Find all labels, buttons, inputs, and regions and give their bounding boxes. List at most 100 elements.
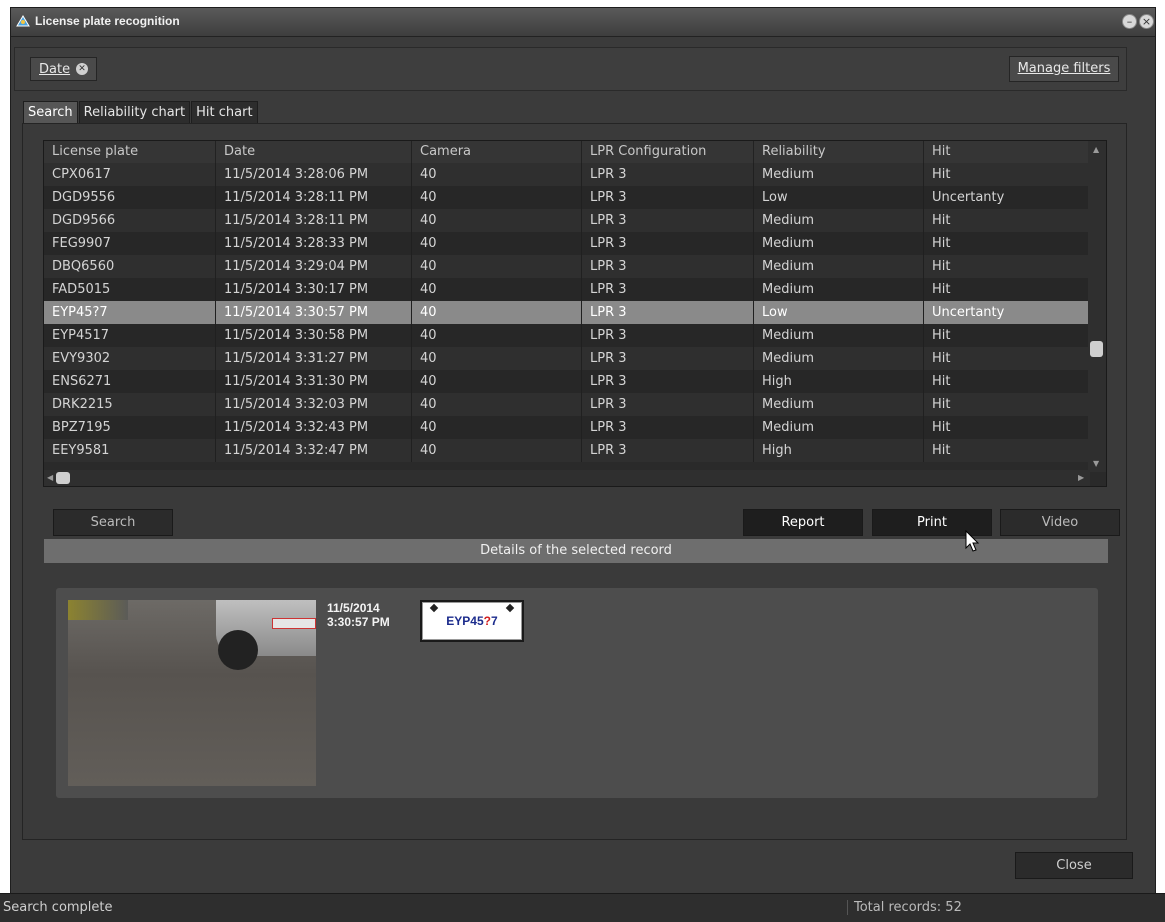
manage-filters-button[interactable]: Manage filters bbox=[1009, 56, 1119, 82]
cell-hit: Hit bbox=[924, 347, 1090, 370]
minimize-icon[interactable]: – bbox=[1122, 14, 1137, 29]
table-row[interactable]: EEY9581 11/5/2014 3:32:47 PM 40 LPR 3 High Hi… bbox=[44, 439, 1090, 462]
close-icon[interactable]: × bbox=[1139, 14, 1154, 29]
cell-lpr-configuration: LPR 3 bbox=[582, 416, 754, 439]
cell-reliability: High bbox=[754, 370, 924, 393]
scroll-down-icon[interactable]: ▼ bbox=[1093, 459, 1099, 468]
details-header: Details of the selected record bbox=[43, 538, 1109, 564]
cell-lpr-configuration: LPR 3 bbox=[582, 370, 754, 393]
cell-lpr-configuration: LPR 3 bbox=[582, 347, 754, 370]
cell-reliability: Medium bbox=[754, 209, 924, 232]
cell-date: 11/5/2014 3:31:27 PM bbox=[216, 347, 412, 370]
table-row[interactable]: DGD9566 11/5/2014 3:28:11 PM 40 LPR 3 Medium… bbox=[44, 209, 1090, 232]
table-row[interactable]: DRK2215 11/5/2014 3:32:03 PM 40 LPR 3 Medium… bbox=[44, 393, 1090, 416]
filter-chip-label[interactable]: Date bbox=[39, 62, 70, 77]
column-header-hit[interactable]: Hit bbox=[924, 141, 1090, 163]
results-table[interactable]: License plate Date Camera LPR Configurat… bbox=[43, 140, 1107, 487]
video-button[interactable]: Video bbox=[1000, 509, 1120, 536]
cell-lpr-configuration: LPR 3 bbox=[582, 232, 754, 255]
cell-camera: 40 bbox=[412, 255, 582, 278]
cell-license-plate: DGD9556 bbox=[44, 186, 216, 209]
tab-search[interactable]: Search bbox=[23, 101, 78, 123]
cell-hit: Hit bbox=[924, 278, 1090, 301]
scroll-left-icon[interactable]: ◀ bbox=[47, 473, 53, 482]
table-row[interactable]: DBQ6560 11/5/2014 3:29:04 PM 40 LPR 3 Medium… bbox=[44, 255, 1090, 278]
table-row[interactable]: EVY9302 11/5/2014 3:31:27 PM 40 LPR 3 Medium… bbox=[44, 347, 1090, 370]
table-row[interactable]: FEG9907 11/5/2014 3:28:33 PM 40 LPR 3 Medium… bbox=[44, 232, 1090, 255]
plate-bolt-left bbox=[429, 603, 439, 613]
filter-chip-date[interactable]: Date ✕ bbox=[30, 57, 98, 81]
tab-reliability-chart[interactable]: Reliability chart bbox=[78, 101, 191, 123]
horizontal-scroll-thumb[interactable] bbox=[56, 472, 70, 484]
cell-hit: Hit bbox=[924, 255, 1090, 278]
cell-lpr-configuration: LPR 3 bbox=[582, 255, 754, 278]
cell-date: 11/5/2014 3:30:58 PM bbox=[216, 324, 412, 347]
table-row[interactable]: EYP45?7 11/5/2014 3:30:57 PM 40 LPR 3 Low Unc… bbox=[44, 301, 1090, 324]
table-row[interactable]: EYP4517 11/5/2014 3:30:58 PM 40 LPR 3 Medium… bbox=[44, 324, 1090, 347]
record-date: 11/5/2014 bbox=[327, 601, 380, 615]
cell-reliability: Medium bbox=[754, 255, 924, 278]
record-time: 3:30:57 PM bbox=[327, 615, 390, 629]
cell-license-plate: FEG9907 bbox=[44, 232, 216, 255]
scroll-up-icon[interactable]: ▲ bbox=[1093, 145, 1099, 154]
scroll-right-icon[interactable]: ▶ bbox=[1078, 473, 1084, 482]
report-button[interactable]: Report bbox=[743, 509, 863, 536]
app-icon bbox=[16, 15, 30, 27]
cell-reliability: Medium bbox=[754, 393, 924, 416]
cell-hit: Hit bbox=[924, 324, 1090, 347]
vertical-scrollbar[interactable]: ▲ ▼ bbox=[1088, 141, 1106, 472]
cell-license-plate: FAD5015 bbox=[44, 278, 216, 301]
cell-license-plate: EEY9581 bbox=[44, 439, 216, 462]
cell-date: 11/5/2014 3:30:17 PM bbox=[216, 278, 412, 301]
title-bar: License plate recognition – × bbox=[11, 8, 1155, 37]
table-row[interactable]: FAD5015 11/5/2014 3:30:17 PM 40 LPR 3 Medium… bbox=[44, 278, 1090, 301]
remove-filter-icon[interactable]: ✕ bbox=[76, 63, 89, 75]
record-timestamp: 11/5/2014 3:30:57 PM bbox=[327, 601, 390, 629]
cell-reliability: High bbox=[754, 439, 924, 462]
total-records: Total records: 52 bbox=[847, 900, 962, 915]
horizontal-scrollbar[interactable]: ◀ ▶ bbox=[44, 470, 1090, 486]
cell-camera: 40 bbox=[412, 347, 582, 370]
cell-hit: Hit bbox=[924, 370, 1090, 393]
search-button[interactable]: Search bbox=[53, 509, 173, 536]
table-row[interactable]: CPX0617 11/5/2014 3:28:06 PM 40 LPR 3 Medium… bbox=[44, 163, 1090, 186]
column-header-license-plate[interactable]: License plate bbox=[44, 141, 216, 163]
cell-camera: 40 bbox=[412, 209, 582, 232]
column-header-date[interactable]: Date bbox=[216, 141, 412, 163]
cell-lpr-configuration: LPR 3 bbox=[582, 209, 754, 232]
cell-camera: 40 bbox=[412, 301, 582, 324]
plate-readout: EYP45?7 bbox=[420, 600, 524, 642]
cell-reliability: Low bbox=[754, 186, 924, 209]
cell-camera: 40 bbox=[412, 439, 582, 462]
column-header-lpr-configuration[interactable]: LPR Configuration bbox=[582, 141, 754, 163]
table-row[interactable]: DGD9556 11/5/2014 3:28:11 PM 40 LPR 3 Low Unc… bbox=[44, 186, 1090, 209]
vehicle-snapshot bbox=[68, 600, 316, 786]
cell-date: 11/5/2014 3:32:03 PM bbox=[216, 393, 412, 416]
cell-lpr-configuration: LPR 3 bbox=[582, 278, 754, 301]
cell-camera: 40 bbox=[412, 393, 582, 416]
status-message: Search complete bbox=[3, 900, 113, 915]
snapshot-plate bbox=[272, 618, 316, 629]
tab-hit-chart[interactable]: Hit chart bbox=[191, 101, 258, 123]
filter-bar bbox=[14, 47, 1127, 91]
cell-license-plate: EVY9302 bbox=[44, 347, 216, 370]
table-row[interactable]: ENS6271 11/5/2014 3:31:30 PM 40 LPR 3 High Hi… bbox=[44, 370, 1090, 393]
column-header-reliability[interactable]: Reliability bbox=[754, 141, 924, 163]
cell-license-plate: EYP4517 bbox=[44, 324, 216, 347]
vertical-scroll-thumb[interactable] bbox=[1090, 341, 1103, 357]
cell-date: 11/5/2014 3:32:47 PM bbox=[216, 439, 412, 462]
column-header-camera[interactable]: Camera bbox=[412, 141, 582, 163]
table-row[interactable]: BPZ7195 11/5/2014 3:32:43 PM 40 LPR 3 Medium… bbox=[44, 416, 1090, 439]
cell-license-plate: DRK2215 bbox=[44, 393, 216, 416]
plate-bolt-right bbox=[505, 603, 515, 613]
cell-lpr-configuration: LPR 3 bbox=[582, 393, 754, 416]
cell-reliability: Low bbox=[754, 301, 924, 324]
close-button[interactable]: Close bbox=[1015, 852, 1133, 879]
cell-lpr-configuration: LPR 3 bbox=[582, 439, 754, 462]
cell-date: 11/5/2014 3:30:57 PM bbox=[216, 301, 412, 324]
cell-license-plate: DGD9566 bbox=[44, 209, 216, 232]
plate-text-suffix: 7 bbox=[491, 614, 498, 628]
cell-date: 11/5/2014 3:32:43 PM bbox=[216, 416, 412, 439]
cell-license-plate: CPX0617 bbox=[44, 163, 216, 186]
window-title: License plate recognition bbox=[35, 14, 180, 28]
